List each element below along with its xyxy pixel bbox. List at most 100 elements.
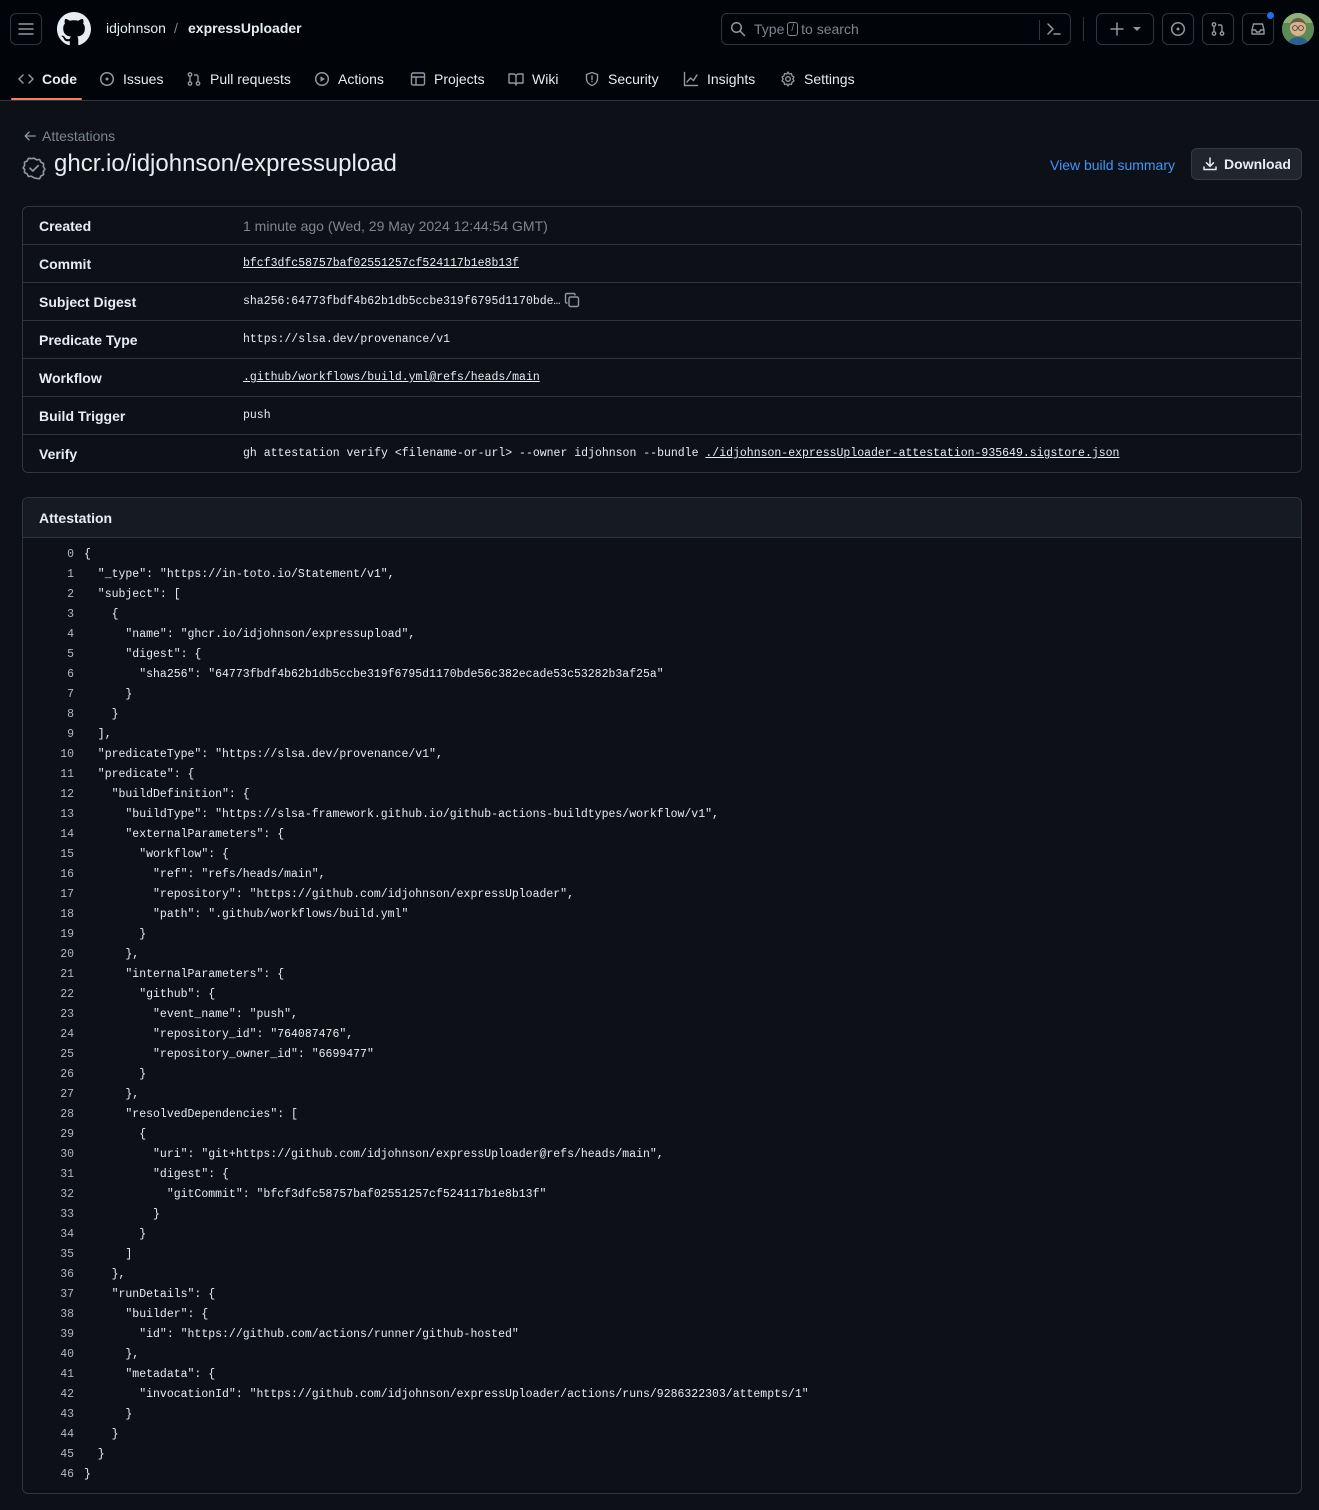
line-number: 15	[60, 848, 74, 861]
line-number: 25	[60, 1048, 74, 1061]
tab-pull-requests[interactable]: Pull requests	[186, 58, 291, 100]
line-number: 23	[60, 1008, 74, 1021]
github-mark-icon	[57, 12, 91, 46]
page-title: ghcr.io/idjohnson/expressupload	[54, 150, 397, 177]
code-line: 13 "buildType": "https://slsa-framework.…	[23, 805, 1301, 825]
code-line: 24 "repository_id": "764087476",	[23, 1025, 1301, 1045]
code-line-text: }	[84, 688, 133, 701]
tab-actions[interactable]: Actions	[314, 58, 384, 100]
detail-label: Predicate Type	[39, 332, 138, 348]
code-line: 36 },	[23, 1265, 1301, 1285]
hamburger-icon	[18, 23, 34, 35]
gear-icon	[781, 71, 795, 87]
code-line-text: ]	[84, 1248, 133, 1261]
download-button[interactable]: Download	[1191, 148, 1302, 180]
line-number: 42	[60, 1388, 74, 1401]
line-number: 4	[67, 628, 74, 641]
breadcrumb-repo[interactable]: expressUploader	[188, 20, 302, 36]
tab-settings[interactable]: Settings	[780, 58, 855, 100]
code-line-text: "invocationId": "https://github.com/idjo…	[84, 1388, 809, 1401]
code-line-text: },	[84, 1268, 126, 1281]
tab-insights[interactable]: Insights	[683, 58, 755, 100]
command-palette-icon[interactable]	[1046, 21, 1062, 37]
bundle-download-link[interactable]: ./idjohnson-expressUploader-attestation-…	[705, 447, 1119, 460]
breadcrumb-separator: /	[174, 20, 178, 36]
code-line: 29 {	[23, 1125, 1301, 1145]
tab-projects[interactable]: Projects	[410, 58, 485, 100]
copy-icon[interactable]	[564, 292, 580, 308]
pull-requests-button[interactable]	[1202, 13, 1234, 45]
line-number: 13	[60, 808, 74, 821]
back-to-attestations-link[interactable]: Attestations	[23, 128, 115, 144]
code-line-text: "repository": "https://github.com/idjohn…	[84, 888, 574, 901]
global-header: idjohnson / expressUploader Type / to se…	[0, 0, 1319, 58]
search-placeholder-prefix: Type	[754, 21, 785, 37]
detail-label: Verify	[39, 446, 78, 462]
table-icon	[410, 72, 426, 86]
code-line: 41 "metadata": {	[23, 1365, 1301, 1385]
line-number: 30	[60, 1148, 74, 1161]
tab-security[interactable]: Security	[584, 58, 659, 100]
code-line: 42 "invocationId": "https://github.com/i…	[23, 1385, 1301, 1405]
tab-insights-label: Insights	[707, 71, 756, 87]
search-placeholder-suffix: to search	[801, 21, 859, 37]
github-logo[interactable]	[57, 12, 91, 46]
code-line: 6 "sha256": "64773fbdf4b62b1db5ccbe319f6…	[23, 665, 1301, 685]
code-line-text: "internalParameters": {	[84, 968, 285, 981]
code-line: 33 }	[23, 1205, 1301, 1225]
commit-link[interactable]: bfcf3dfc58757baf02551257cf524117b1e8b13f	[243, 257, 519, 270]
line-number: 8	[67, 708, 74, 721]
code-line-text: {	[84, 1128, 147, 1141]
code-line-text: "externalParameters": {	[84, 828, 285, 841]
tab-wiki[interactable]: Wiki	[508, 58, 558, 100]
search-input[interactable]: Type / to search	[721, 13, 1071, 45]
tab-issues[interactable]: Issues	[99, 58, 163, 100]
code-line-text: }	[84, 1428, 119, 1441]
code-line-text: },	[84, 1088, 140, 1101]
code-line-text: "digest": {	[84, 648, 202, 661]
avatar[interactable]	[1282, 13, 1314, 45]
tab-pull-requests-label: Pull requests	[210, 71, 291, 87]
code-line-text: "_type": "https://in-toto.io/Statement/v…	[84, 568, 395, 581]
subject-digest-value: sha256:64773fbdf4b62b1db5ccbe319f6795d11…	[243, 295, 561, 308]
code-line: 11 "predicate": {	[23, 765, 1301, 785]
book-icon	[508, 73, 524, 86]
code-line-text: "builder": {	[84, 1308, 209, 1321]
code-line-text: "name": "ghcr.io/idjohnson/expressupload…	[84, 628, 416, 641]
breadcrumb-owner[interactable]: idjohnson	[106, 20, 166, 36]
issue-opened-icon	[1170, 21, 1186, 37]
code-line: 43 }	[23, 1405, 1301, 1425]
graph-icon	[683, 71, 699, 87]
code-line-text: }	[84, 1408, 133, 1421]
user-avatar-icon	[1282, 13, 1314, 45]
active-tab-indicator	[11, 98, 82, 100]
menu-button[interactable]	[10, 13, 42, 45]
code-line: 26 }	[23, 1065, 1301, 1085]
create-new-button[interactable]	[1096, 13, 1154, 45]
code-line: 31 "digest": {	[23, 1165, 1301, 1185]
view-build-summary-link[interactable]: View build summary	[1050, 157, 1175, 173]
code-line: 20 },	[23, 945, 1301, 965]
code-line: 2 "subject": [	[23, 585, 1301, 605]
line-number: 24	[60, 1028, 74, 1041]
code-line-text: {	[84, 608, 119, 621]
code-line-text: }	[84, 1228, 147, 1241]
tab-code[interactable]: Code	[18, 58, 77, 100]
tab-projects-label: Projects	[434, 71, 485, 87]
code-line-text: "workflow": {	[84, 848, 229, 861]
line-number: 44	[60, 1428, 74, 1441]
issues-button[interactable]	[1162, 13, 1194, 45]
workflow-link[interactable]: .github/workflows/build.yml@refs/heads/m…	[243, 371, 540, 384]
line-number: 28	[60, 1108, 74, 1121]
code-line: 45 }	[23, 1445, 1301, 1465]
play-icon	[314, 71, 330, 87]
code-line: 28 "resolvedDependencies": [	[23, 1105, 1301, 1125]
code-line-text: "uri": "git+https://github.com/idjohnson…	[84, 1148, 664, 1161]
code-line: 46}	[23, 1465, 1301, 1485]
code-line: 19 }	[23, 925, 1301, 945]
code-line: 23 "event_name": "push",	[23, 1005, 1301, 1025]
line-number: 27	[60, 1088, 74, 1101]
code-line: 0{	[23, 545, 1301, 565]
attestation-details: Created 1 minute ago (Wed, 29 May 2024 1…	[22, 206, 1302, 473]
download-label: Download	[1224, 156, 1291, 172]
